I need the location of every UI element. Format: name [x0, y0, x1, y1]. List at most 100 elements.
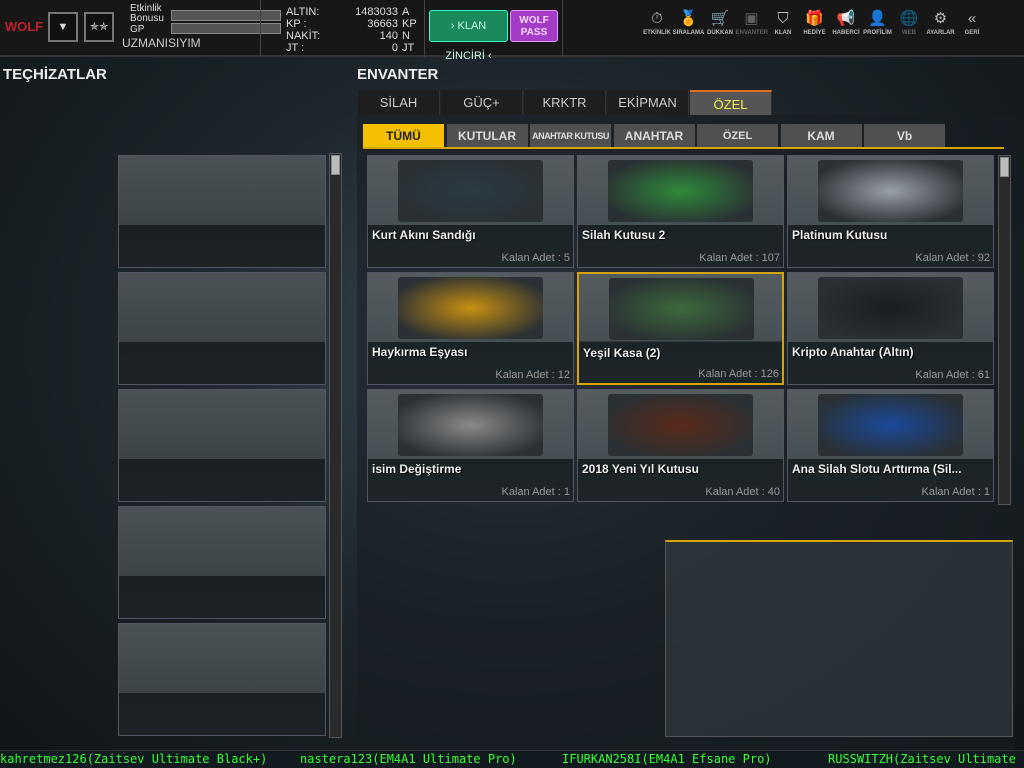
inventory-item[interactable]: Yeşil Kasa (2) Kalan Adet : 126 [577, 272, 784, 385]
subtab[interactable]: ANAHTAR [613, 124, 695, 148]
inventory-item[interactable]: isim Değiştirme Kalan Adet : 1 [367, 389, 574, 502]
rank-badge: ✯✯ [84, 12, 114, 42]
tab-krktr[interactable]: KRKTR [524, 90, 606, 115]
megaphone-icon: 📢 [836, 10, 856, 27]
tab-güç+[interactable]: GÜÇ+ [441, 90, 523, 115]
nav-label: KLAN [774, 30, 792, 36]
item-image [608, 160, 753, 222]
item-count: Kalan Adet : 5 [501, 252, 571, 264]
tab-si̇lah[interactable]: SİLAH [358, 90, 440, 115]
profile-icon: 👤 [868, 10, 887, 27]
nav-label: SIRALAMA [672, 30, 705, 36]
nav-dükkan[interactable]: 🛒 DÜKKAN [704, 10, 736, 36]
item-name: Kurt Akını Sandığı [372, 228, 476, 242]
back-icon: « [967, 10, 977, 27]
item-name: Platinum Kutusu [792, 228, 888, 242]
ticker-entry: IFURKAN258I(EM4A1 Efsane Pro) [562, 752, 772, 766]
inventory-item[interactable]: Ana Silah Slotu Arttırma (Sil... Kalan Ad… [787, 389, 994, 502]
currency-unit: A [402, 6, 410, 18]
inventory-item[interactable]: Kripto Anahtar (Altın) Kalan Adet : 61 [787, 272, 994, 385]
inventory-title: ENVANTER [357, 66, 439, 83]
currency-unit: N [402, 30, 410, 42]
currency-unit: JT [402, 42, 415, 54]
nav-haberci̇[interactable]: 📢 HABERCİ [830, 10, 862, 36]
gp-bar [171, 23, 281, 34]
inventory-item[interactable]: Kurt Akını Sandığı Kalan Adet : 5 [367, 155, 574, 268]
item-count: Kalan Adet : 40 [705, 486, 780, 498]
nav-geri̇[interactable]: « GERİ [956, 10, 988, 36]
equipment-slot[interactable] [118, 272, 326, 385]
item-image [398, 160, 543, 222]
inventory-scrollbar[interactable] [998, 155, 1011, 505]
inventory-item[interactable]: Silah Kutusu 2 Kalan Adet : 107 [577, 155, 784, 268]
equipment-slot[interactable] [118, 623, 326, 736]
shield-icon: ⛉ [777, 10, 789, 27]
nav-envanter[interactable]: ▣ ENVANTER [735, 10, 769, 36]
medal-icon: 🏅 [679, 10, 698, 27]
nav-label: ENVANTER [735, 30, 769, 36]
chest-icon: ▣ [744, 10, 759, 27]
item-count: Kalan Adet : 92 [915, 252, 990, 264]
currency-label: JT : [286, 42, 305, 54]
nav-klan[interactable]: ⛉ KLAN [767, 10, 799, 36]
currency-label: NAKİT: [286, 30, 321, 42]
nav-label: DÜKKAN [707, 30, 733, 36]
item-count: Kalan Adet : 126 [698, 368, 779, 380]
item-image [818, 160, 963, 222]
nav-label: ETKİNLİK [643, 30, 671, 36]
nav-siralama[interactable]: 🏅 SIRALAMA [673, 10, 705, 36]
item-name: Haykırma Eşyası [372, 345, 468, 359]
currency-label: KP : [286, 18, 307, 30]
inventory-item[interactable]: 2018 Yeni Yıl Kutusu Kalan Adet : 40 [577, 389, 784, 502]
item-count: Kalan Adet : 1 [921, 486, 991, 498]
klan-zinciri-button[interactable]: › KLAN ZİNCİRİ ‹ [429, 10, 508, 62]
event-bonus-label: Etkinlik Bonusu [130, 3, 164, 24]
currency-value: 140 [379, 30, 398, 42]
currency-value: 1483033 [355, 6, 398, 18]
item-image [398, 394, 543, 456]
news-ticker: kahretmez126(Zaitsev Ultimate Black+) nas… [0, 750, 1024, 768]
nav-label: PROFİLİM [863, 30, 892, 36]
subtab[interactable]: KUTULAR [446, 124, 528, 148]
globe-icon: 🌐 [899, 10, 919, 27]
item-image [398, 277, 543, 339]
nav-web[interactable]: 🌐 WEB [893, 10, 925, 36]
nav-profi̇li̇m[interactable]: 👤 PROFİLİM [862, 10, 894, 36]
stopwatch-icon: ⏱ [651, 10, 663, 27]
nav-etki̇nli̇k[interactable]: ⏱ ETKİNLİK [641, 10, 673, 36]
event-bonus-bar [171, 10, 281, 21]
tab-eki̇pman[interactable]: EKİPMAN [607, 90, 689, 115]
subtab[interactable]: KAM [780, 124, 862, 148]
item-image [818, 394, 963, 456]
clan-emblem: ▼ [48, 12, 78, 42]
tab-özel[interactable]: ÖZEL [690, 90, 772, 115]
gp-label: GP [130, 24, 145, 35]
item-image [608, 394, 753, 456]
currency-unit: KP [402, 18, 417, 30]
item-name: isim Değiştirme [372, 462, 462, 476]
equipment-scrollbar[interactable] [329, 153, 342, 738]
subtab[interactable]: Vb [864, 124, 945, 148]
gear-icon: ⚙ [933, 10, 948, 27]
item-name: 2018 Yeni Yıl Kutusu [582, 462, 699, 476]
nav-hedi̇ye[interactable]: 🎁 HEDİYE [799, 10, 831, 36]
equipment-slot[interactable] [118, 155, 326, 268]
subtab[interactable]: ANAHTAR KUTUSU [530, 124, 611, 148]
item-name: Kripto Anahtar (Altın) [792, 345, 914, 359]
currency-value: 36663 [367, 18, 398, 30]
inventory-item[interactable]: Haykırma Eşyası Kalan Adet : 12 [367, 272, 574, 385]
currency-value: 0 [391, 42, 398, 54]
nav-label: HEDİYE [803, 30, 826, 36]
nav-label: HABERCİ [832, 30, 860, 36]
rank-name: UZMANISIYIM [122, 36, 201, 50]
item-count: Kalan Adet : 12 [495, 369, 570, 381]
equipment-slot[interactable] [118, 389, 326, 502]
equipment-slot[interactable] [118, 506, 326, 619]
nav-ayarlar[interactable]: ⚙ AYARLAR [925, 10, 957, 36]
subtab[interactable]: TÜMÜ [363, 124, 444, 148]
item-name: Silah Kutusu 2 [582, 228, 666, 242]
subtab[interactable]: ÖZEL EŞYALAR [697, 124, 778, 166]
wolf-pass-button[interactable]: WOLF PASS [510, 10, 558, 42]
equipment-title: TEÇHİZATLAR [3, 66, 107, 83]
inventory-item[interactable]: Platinum Kutusu Kalan Adet : 92 [787, 155, 994, 268]
